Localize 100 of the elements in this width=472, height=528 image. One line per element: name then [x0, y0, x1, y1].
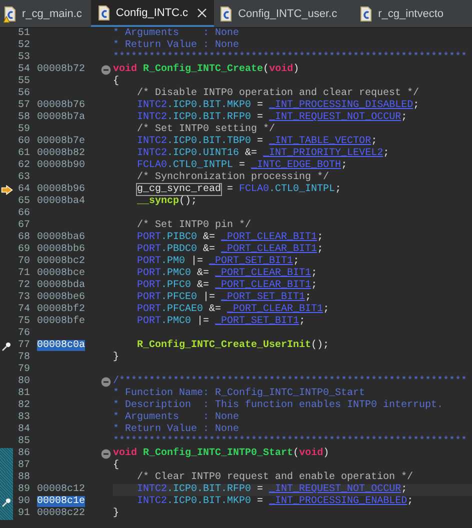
code-line: /* Clear INTP0 request and enable operation */: [137, 472, 414, 483]
collapse-icon[interactable]: [101, 449, 111, 459]
line-number: 57: [16, 100, 30, 112]
address-text: 00008b96: [37, 184, 86, 195]
close-icon[interactable]: [197, 8, 208, 18]
line-number: 84: [16, 424, 30, 436]
line-number: 65: [16, 196, 30, 208]
line-number: 56: [16, 88, 30, 100]
line-number: 60: [16, 136, 30, 148]
code-line: * Description : This function enables INTP0 interrupt.: [113, 400, 444, 411]
line-number: 77: [16, 340, 30, 352]
line-number: 64: [16, 184, 30, 196]
line-number: 73: [16, 292, 30, 304]
file-tab[interactable]: r_cg_intvecto: [356, 0, 451, 27]
line-number: 69: [16, 244, 30, 256]
code-line: FCLA0.CTL0_INTPL = _INTC_EDGE_BOTH;: [137, 160, 348, 171]
line-number: 75: [16, 316, 30, 328]
c-file-icon: [3, 6, 17, 22]
c-file-icon: [96, 4, 111, 20]
line-number: 76: [16, 328, 30, 340]
line-number: 78: [16, 352, 30, 364]
line-number: 85: [16, 436, 30, 448]
code-line: * Return Value : None: [113, 40, 240, 51]
line-number: 58: [16, 112, 30, 124]
line-number: 68: [16, 232, 30, 244]
code-line: {: [113, 76, 120, 87]
line-number: 52: [16, 40, 30, 52]
line-number: 71: [16, 268, 30, 280]
code-line: INTC2.ICP0.BIT.RFP0 = _INT_REQUEST_NOT_OCCUR;: [137, 484, 408, 495]
code-line: }: [113, 508, 120, 519]
code-line: {: [113, 460, 120, 471]
code-line: void R_Config_INTC_INTP0_Start(void): [113, 448, 330, 459]
code-line: PORT.PMC0 &= _PORT_CLEAR_BIT1;: [137, 268, 318, 279]
line-number: 55: [16, 76, 30, 88]
address-text: 00008c1e: [37, 496, 86, 507]
address-text: 00008c12: [37, 484, 86, 495]
code-line: INTC2.ICP0.BIT.MKP0 = _INT_PROCESSING_DISABLED;: [137, 100, 420, 111]
code-line: void R_Config_INTC_Create(void): [113, 64, 300, 75]
file-tab[interactable]: r_cg_main.c: [0, 0, 89, 27]
code-line: INTC2.ICP0.BIT.MKP0 = _INT_PROCESSING_ENABLED;: [137, 496, 414, 507]
address-text: 00008bce: [37, 268, 86, 279]
address-text: 00008b7a: [37, 112, 86, 123]
line-number: 87: [16, 460, 30, 472]
line-number: 72: [16, 280, 30, 292]
line-number: 81: [16, 388, 30, 400]
line-number: 90: [16, 496, 30, 508]
line-number: 83: [16, 412, 30, 424]
code-line: /**********************************************************: [113, 376, 468, 387]
c-file-icon: [219, 6, 234, 22]
code-line: PORT.PIBC0 &= _PORT_CLEAR_BIT1;: [137, 232, 324, 243]
address-text: 00008bc2: [37, 256, 86, 267]
line-number: 74: [16, 304, 30, 316]
code-line: INTC2.ICP0.UINT16 &= _INT_PRIORITY_LEVEL2;: [137, 148, 390, 159]
line-number: 63: [16, 172, 30, 184]
address-text: 00008b90: [37, 160, 86, 171]
code-line: R_Config_INTC_Create_UserInit();: [137, 340, 330, 351]
c-file-icon: [359, 6, 374, 22]
address-text: 00008b7e: [37, 136, 86, 147]
address-text: 00008c0a: [37, 340, 86, 351]
code-line: PORT.PFCAE0 &= _PORT_CLEAR_BIT1;: [137, 304, 330, 315]
line-number: 62: [16, 160, 30, 172]
address-text: 00008b72: [37, 64, 86, 75]
line-number: 91: [16, 508, 30, 520]
code-line: PORT.PFC0 &= _PORT_CLEAR_BIT1;: [137, 280, 318, 291]
code-line: }: [113, 352, 120, 363]
line-number: 66: [16, 208, 30, 220]
line-number: 80: [16, 376, 30, 388]
code-line: INTC2.ICP0.BIT.TBP0 = _INT_TABLE_VECTOR;: [137, 136, 378, 147]
file-tab[interactable]: Config_INTC_user.c: [216, 0, 344, 27]
code-line: g_cg_sync_read = FCLA0.CTL0_INTPL;: [137, 184, 342, 195]
code-line: INTC2.ICP0.BIT.RFP0 = _INT_REQUEST_NOT_OCCUR;: [137, 112, 408, 123]
address-text: 00008bda: [37, 280, 86, 291]
code-line: /* Synchronization processing */: [137, 172, 330, 183]
file-tab[interactable]: Config_INTC.c: [90, 0, 214, 27]
code-line: ***********************************************************: [113, 52, 468, 63]
address-text: 00008b76: [37, 100, 86, 111]
code-line: PORT.PBDC0 &= _PORT_CLEAR_BIT1;: [137, 244, 324, 255]
line-number: 51: [16, 28, 30, 40]
address-text: 00008ba4: [37, 196, 86, 207]
line-number: 70: [16, 256, 30, 268]
code-line: * Arguments : None: [113, 412, 240, 423]
line-number: 59: [16, 124, 30, 136]
code-line: /* Set INTP0 pin */: [137, 220, 252, 231]
address-text: 00008be6: [37, 292, 86, 303]
address-text: 00008b82: [37, 148, 86, 159]
code-line: * Return Value : None: [113, 424, 240, 435]
collapse-icon[interactable]: [101, 65, 111, 75]
collapse-icon[interactable]: [101, 377, 111, 387]
code-line: /* Disable INTP0 operation and clear request */: [137, 88, 420, 99]
line-number: 61: [16, 148, 30, 160]
line-number: 86: [16, 448, 30, 460]
code-line: __syncp();: [137, 196, 198, 207]
line-number: 82: [16, 400, 30, 412]
code-line: PORT.PMC0 |= _PORT_SET_BIT1;: [137, 316, 306, 327]
address-text: 00008bfe: [37, 316, 86, 327]
address-text: 00008c22: [37, 508, 86, 519]
line-number: 88: [16, 472, 30, 484]
line-number: 79: [16, 364, 30, 376]
line-number: 89: [16, 484, 30, 496]
code-line: ***********************************************************: [113, 436, 468, 447]
